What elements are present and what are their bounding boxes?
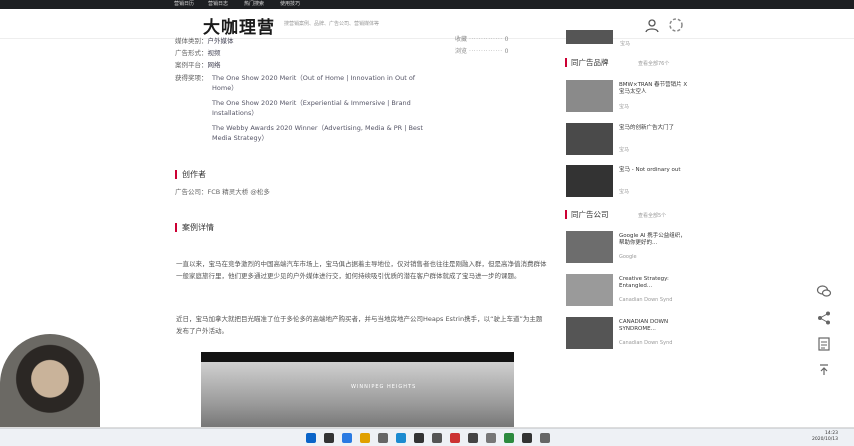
card-brand: Google bbox=[619, 254, 637, 260]
card-brand: 宝马 bbox=[619, 189, 630, 195]
meta-row: 案例平台：网络 bbox=[175, 61, 221, 69]
agency-credit: 广告公司：FCB 精灵大桥 @松多 bbox=[175, 188, 270, 196]
agency-card[interactable]: CANADIAN DOWN SYNDROME... Canadian Down … bbox=[566, 317, 696, 351]
os-taskbar: 14:23 2020/10/13 bbox=[0, 428, 854, 446]
card-brand: 宝马 bbox=[619, 104, 630, 110]
card-brand: Canadian Down Synd bbox=[619, 297, 673, 303]
meta-value: 视频 bbox=[207, 49, 221, 57]
folder-icon[interactable] bbox=[360, 433, 370, 443]
system-clock[interactable]: 14:23 2020/10/13 bbox=[812, 431, 838, 443]
site-logo[interactable]: 大咖理营 bbox=[203, 13, 275, 38]
brand-card[interactable]: 宝马 - Not ordinary out 宝马 bbox=[566, 165, 696, 199]
app-icon[interactable] bbox=[450, 433, 460, 443]
search-input[interactable]: 搜营销案例、品牌、广告公司、营销媒体等 bbox=[284, 18, 614, 30]
meta-value: 网络 bbox=[207, 61, 221, 69]
thumbnail bbox=[566, 317, 613, 349]
brand-card[interactable]: 宝马的创新广告大门了 宝马 bbox=[566, 123, 696, 157]
card-brand: Canadian Down Synd bbox=[619, 340, 673, 346]
thumbnail bbox=[566, 274, 613, 306]
creators-heading: 创作者 bbox=[175, 170, 206, 179]
stat-views: 浏览 ·············· 0 bbox=[455, 48, 509, 55]
store-icon[interactable] bbox=[378, 433, 388, 443]
case-heading: 案例详情 bbox=[175, 223, 214, 232]
agency-card[interactable]: Creative Strategy: Entangled... Canadian… bbox=[566, 274, 696, 308]
app-icon[interactable] bbox=[468, 433, 478, 443]
meta-key: 广告形式 bbox=[175, 49, 201, 57]
meta-value: 户外媒体 bbox=[207, 37, 234, 45]
nav-item-tips[interactable]: 使用技巧 bbox=[280, 0, 300, 9]
card-title: 宝马 - Not ordinary out bbox=[619, 167, 681, 173]
brand-card[interactable]: BMW×TRAN 春节营销片 X宝马太空人 宝马 bbox=[566, 80, 696, 114]
app-icon[interactable] bbox=[522, 433, 532, 443]
case-paragraph: 一直以来，宝马在竞争激烈的中国高端汽车市场上，宝马俱占据着主导地位，仅对销售者也… bbox=[176, 260, 547, 280]
brand-heading: 同广告品牌 bbox=[565, 58, 609, 67]
app-icon[interactable] bbox=[540, 433, 550, 443]
thumbnail bbox=[566, 30, 613, 44]
meta-row: 广告形式：视频 bbox=[175, 49, 221, 57]
card-title: CANADIAN DOWN SYNDROME... bbox=[619, 319, 669, 332]
wechat-icon[interactable] bbox=[816, 283, 832, 299]
thumbnail bbox=[566, 231, 613, 263]
document-icon[interactable] bbox=[816, 336, 832, 352]
site-header: 大咖理营 搜营销案例、品牌、广告公司、营销媒体等 bbox=[0, 9, 854, 39]
start-icon[interactable] bbox=[306, 433, 316, 443]
clock-date: 2020/10/13 bbox=[812, 437, 838, 442]
edge-icon[interactable] bbox=[342, 433, 352, 443]
agency-link[interactable]: FCB 精灵大桥 @松多 bbox=[208, 188, 270, 196]
back-to-top-icon[interactable] bbox=[816, 362, 832, 378]
nav-item-calendar[interactable]: 营销日历 bbox=[174, 0, 194, 9]
agency-heading: 同广告公司 bbox=[565, 210, 609, 219]
meta-key: 媒体类别 bbox=[175, 37, 201, 45]
video-caption: WINNIPEG HEIGHTS bbox=[351, 384, 417, 390]
card-title: 宝马的创新广告大门了 bbox=[619, 125, 675, 131]
thumbnail bbox=[566, 165, 613, 197]
thumbnail bbox=[566, 123, 613, 155]
nav-item-log[interactable]: 营销日志 bbox=[208, 0, 228, 9]
thumbnail bbox=[566, 80, 613, 112]
nav-item-hot-search[interactable]: 热门搜索 bbox=[244, 0, 264, 9]
app-icon[interactable] bbox=[414, 433, 424, 443]
share-icon[interactable] bbox=[816, 310, 832, 326]
awards-label: 获得奖项： bbox=[175, 74, 208, 82]
top-nav-bar: 营销日历 营销日志 热门搜索 使用技巧 bbox=[0, 0, 854, 9]
chrome-icon[interactable] bbox=[396, 433, 406, 443]
meta-row: 媒体类别：户外媒体 bbox=[175, 37, 234, 45]
case-paragraph: 近日，宝马加拿大就把目光瞄准了位于多伦多的高端地产购买者，并与当地房地产公司He… bbox=[176, 315, 543, 335]
sidebar-top-card[interactable] bbox=[566, 30, 696, 46]
app-icon[interactable] bbox=[504, 433, 514, 443]
card-title: BMW×TRAN 春节营销片 X宝马太空人 bbox=[619, 82, 688, 95]
card-title: Google AI 携手公益组织，帮助你更好的... bbox=[619, 233, 686, 246]
award-item[interactable]: The One Show 2020 Merit（Out of Home | In… bbox=[212, 73, 427, 93]
award-item[interactable]: The One Show 2020 Merit（Experiential & I… bbox=[212, 98, 427, 118]
agency-card[interactable]: Google AI 携手公益组织，帮助你更好的... Google bbox=[566, 231, 696, 265]
app-icon[interactable] bbox=[432, 433, 442, 443]
search-icon[interactable] bbox=[324, 433, 334, 443]
meta-key: 案例平台 bbox=[175, 61, 201, 69]
card-brand: 宝马 bbox=[619, 147, 630, 153]
brand-more-link[interactable]: 查看全部76个 bbox=[638, 60, 669, 67]
stat-favorites: 收藏 ·············· 0 bbox=[455, 36, 509, 43]
agency-more-link[interactable]: 查看全部5个 bbox=[638, 212, 666, 219]
app-icon[interactable] bbox=[486, 433, 496, 443]
award-item[interactable]: The Webby Awards 2020 Winner（Advertising… bbox=[212, 123, 427, 143]
card-title: Creative Strategy: Entangled... bbox=[619, 276, 669, 289]
